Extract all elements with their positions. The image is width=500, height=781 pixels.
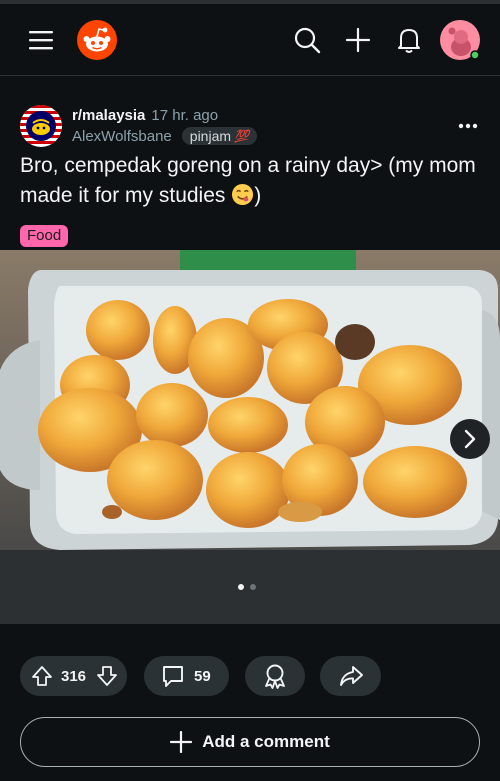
carousel-dot-1[interactable] [238, 584, 244, 590]
carousel-indicator [238, 584, 256, 590]
notifications-button[interactable] [390, 22, 428, 58]
post-time: 17 hr. ago [151, 107, 219, 124]
post-options-button[interactable] [450, 114, 486, 138]
downvote-button[interactable] [95, 664, 119, 688]
plus-icon [345, 27, 371, 53]
subreddit-avatar[interactable] [20, 105, 62, 147]
add-comment-button[interactable]: Add a comment [20, 717, 480, 767]
reddit-logo-icon [77, 20, 117, 60]
next-image-button[interactable] [450, 419, 490, 459]
post-title[interactable]: Bro, cempedak goreng on a rainy day> (my… [20, 151, 480, 211]
comment-count: 59 [194, 668, 211, 685]
comments-button[interactable]: 59 [144, 656, 229, 696]
chevron-right-icon [464, 429, 476, 449]
search-button[interactable] [288, 22, 326, 58]
vote-control: 316 [20, 656, 127, 696]
post-header: r/malaysia 17 hr. ago AlexWolfsbane pinja… [0, 100, 500, 150]
share-button[interactable] [320, 656, 381, 696]
post-image[interactable] [0, 250, 500, 624]
malaysia-flag-icon [20, 105, 62, 147]
more-options-icon [458, 123, 478, 129]
action-bar: 316 59 [0, 656, 500, 696]
hamburger-menu-icon [29, 31, 53, 50]
carousel-dot-2[interactable] [250, 584, 256, 590]
author-line: AlexWolfsbane pinjam 💯 [72, 127, 257, 145]
award-button[interactable] [245, 656, 305, 696]
upvote-count: 316 [61, 668, 87, 685]
status-edge [0, 0, 500, 4]
award-icon [265, 664, 285, 689]
reddit-logo[interactable] [76, 19, 118, 61]
share-arrow-icon [339, 666, 363, 686]
yum-face-emoji-icon [232, 183, 254, 206]
top-bar [0, 0, 500, 76]
user-avatar-icon [440, 20, 480, 60]
author-username[interactable]: AlexWolfsbane [72, 128, 172, 145]
hundred-points-icon: 💯 [234, 129, 249, 143]
menu-button[interactable] [22, 22, 60, 58]
post-title-close: ) [254, 184, 262, 207]
flair-text: pinjam [189, 128, 232, 144]
bell-icon [398, 29, 420, 53]
add-comment-label: Add a comment [202, 732, 330, 751]
create-post-button[interactable] [339, 22, 377, 58]
plus-icon [170, 731, 193, 753]
post-flair-tag[interactable]: Food [20, 225, 69, 247]
upvote-arrow-icon [32, 666, 52, 686]
comment-bubble-icon [163, 666, 183, 687]
subreddit-line: r/malaysia 17 hr. ago [72, 107, 218, 124]
fried-cempedak-photo [0, 250, 500, 624]
upvote-button[interactable] [30, 664, 54, 688]
downvote-arrow-icon [97, 666, 117, 686]
search-icon [294, 27, 321, 54]
user-avatar-button[interactable] [439, 19, 481, 61]
subreddit-name[interactable]: r/malaysia [72, 107, 145, 124]
user-flair: pinjam 💯 [181, 127, 257, 145]
